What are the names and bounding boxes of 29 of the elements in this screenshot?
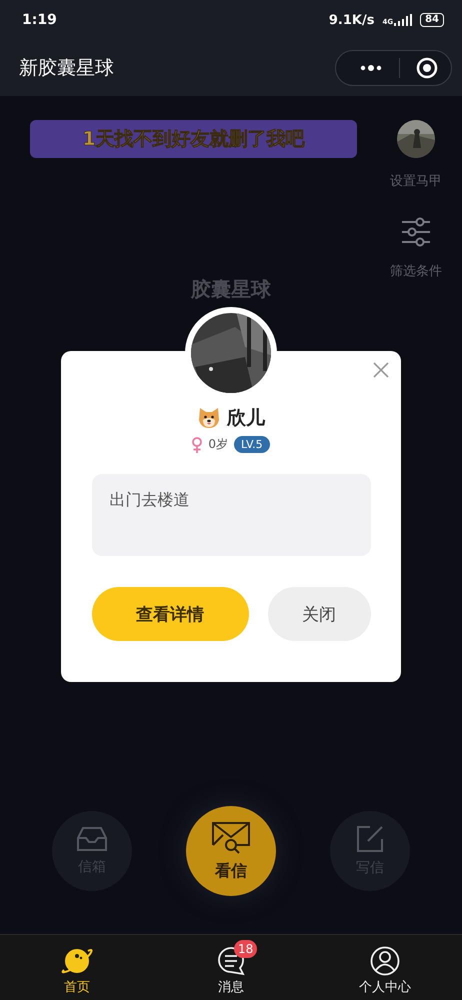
close-miniapp-icon[interactable] xyxy=(416,57,438,79)
close-button[interactable]: 关闭 xyxy=(268,587,370,641)
dog-face-icon xyxy=(197,406,221,430)
edit-icon xyxy=(356,825,384,853)
planet-icon xyxy=(60,946,94,976)
battery-indicator: 84 xyxy=(420,13,444,27)
banner: 1天找不到好友就删了我吧 xyxy=(30,120,357,158)
tab-item[interactable]: 个人中心 xyxy=(330,939,440,996)
tab-item[interactable]: 首页 xyxy=(22,939,132,996)
status-time: 1:19 xyxy=(22,12,57,28)
tab-item[interactable]: 18 消息 xyxy=(176,939,286,996)
capsule-menu[interactable] xyxy=(335,50,452,86)
read-letter-button[interactable]: 看信 xyxy=(186,806,276,896)
view-details-button[interactable]: 查看详情 xyxy=(92,587,248,641)
app-title: 新胶囊星球 xyxy=(19,56,114,81)
filter-icon[interactable] xyxy=(400,216,432,248)
unread-badge: 18 xyxy=(234,940,258,958)
envelope-search-icon xyxy=(211,820,251,854)
planet-heading: 胶囊星球 xyxy=(190,276,272,303)
close-icon[interactable] xyxy=(373,362,389,378)
user-icon xyxy=(370,946,400,976)
signal-icon xyxy=(394,14,412,26)
age-label: 0岁 xyxy=(208,436,228,453)
level-badge: LV.5 xyxy=(234,436,270,453)
network-speed: 9.1K/s xyxy=(328,12,374,28)
message-box: 出门去楼道 xyxy=(92,474,370,556)
user-name: 欣儿 xyxy=(227,406,265,431)
more-icon[interactable] xyxy=(359,64,383,72)
inbox-icon xyxy=(76,826,108,852)
